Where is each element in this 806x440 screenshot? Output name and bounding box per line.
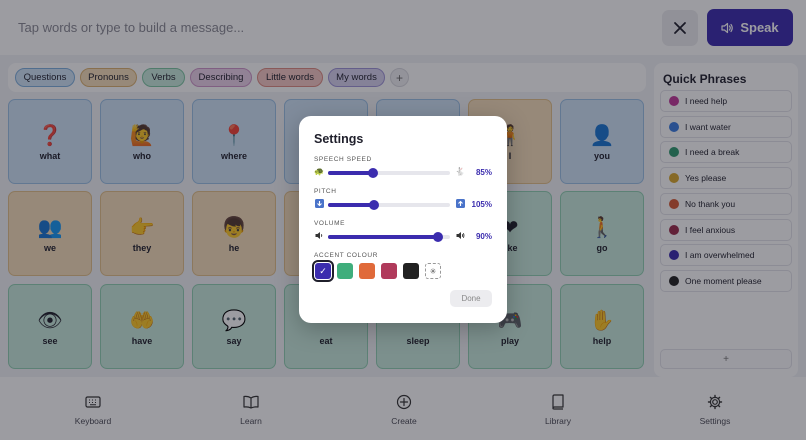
accent-colour-label: ACCENT COLOUR: [314, 252, 379, 259]
volume-high-icon: [455, 231, 465, 242]
pitch-fill: [328, 203, 375, 207]
accent-swatch[interactable]: [403, 263, 419, 279]
pitch-up-icon: [455, 199, 465, 210]
check-icon: ✓: [319, 265, 327, 276]
settings-title: Settings: [314, 132, 364, 146]
accent-swatch[interactable]: [381, 263, 397, 279]
accent-swatch[interactable]: [337, 263, 353, 279]
speech-speed-slider-row: 🐢 🐇 85%: [314, 167, 492, 179]
pitch-thumb[interactable]: [369, 200, 380, 210]
pitch-label: PITCH: [314, 188, 337, 195]
done-button[interactable]: Done: [450, 290, 492, 307]
speech-speed-thumb[interactable]: [368, 168, 379, 178]
pitch-slider-row: 105%: [314, 199, 492, 211]
speech-speed-slider[interactable]: [328, 168, 450, 178]
volume-slider-row: 90%: [314, 231, 492, 243]
volume-fill: [328, 235, 438, 239]
accent-swatch[interactable]: ✓: [312, 260, 334, 282]
volume-slider[interactable]: [328, 232, 450, 242]
volume-value: 90%: [475, 232, 492, 241]
speech-speed-fill: [328, 171, 374, 175]
volume-label: VOLUME: [314, 220, 346, 227]
pitch-value: 105%: [471, 200, 492, 209]
speech-speed-value: 85%: [475, 168, 492, 177]
sparkle-icon: ✳: [429, 266, 437, 276]
speech-speed-label: SPEECH SPEED: [314, 156, 372, 163]
pitch-down-icon: [314, 199, 324, 210]
settings-dialog: Settings SPEECH SPEED 🐢 🐇 85% PITCH 105%…: [299, 116, 507, 323]
pitch-slider[interactable]: [328, 200, 450, 210]
volume-thumb[interactable]: [432, 232, 443, 242]
turtle-icon: 🐢: [314, 167, 324, 176]
rabbit-icon: 🐇: [455, 167, 465, 176]
volume-low-icon: [314, 231, 324, 242]
accent-swatch[interactable]: [359, 263, 375, 279]
custom-colour-button[interactable]: ✳: [425, 263, 441, 279]
